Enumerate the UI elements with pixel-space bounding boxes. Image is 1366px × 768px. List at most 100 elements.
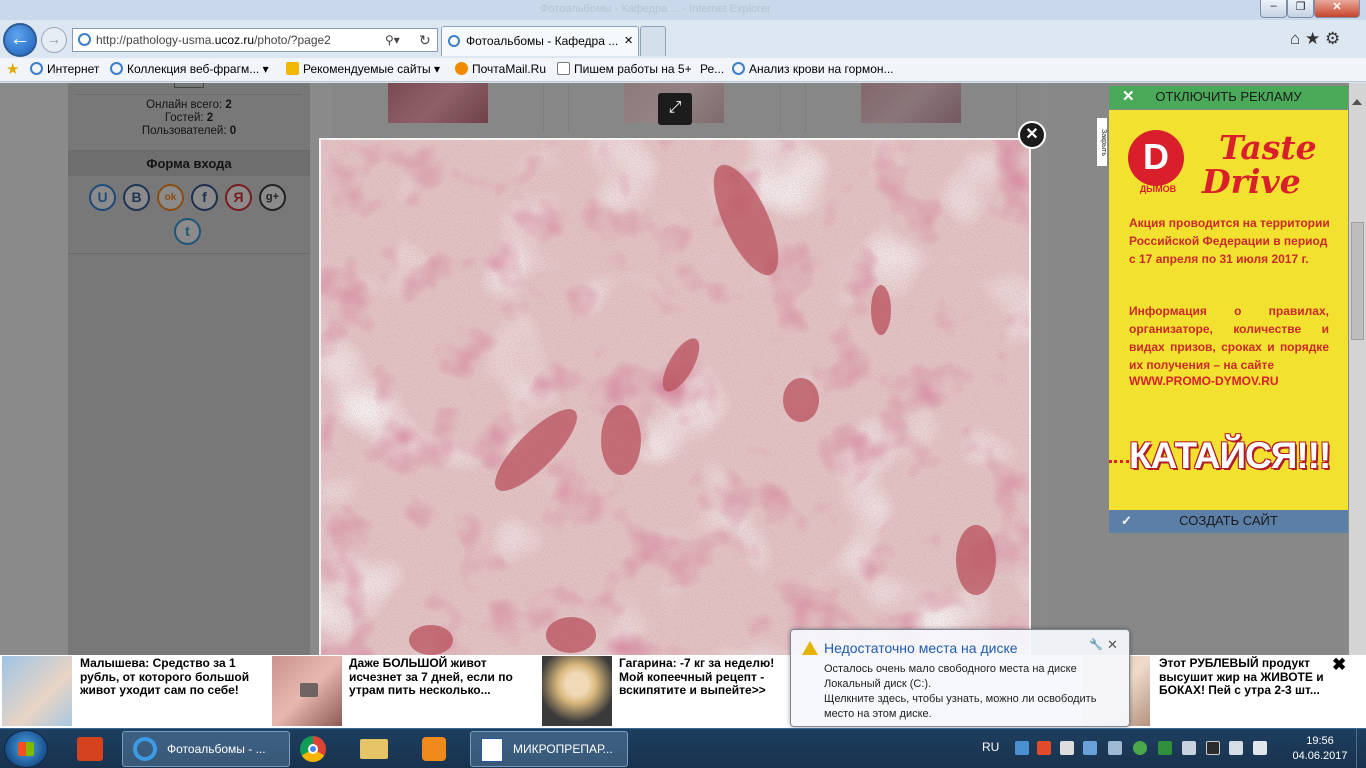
tray-wifi-icon[interactable] [1182,741,1196,755]
tab-close-icon[interactable]: ✕ [624,27,633,55]
news-link[interactable]: Даже БОЛЬШОЙ живот исчезнет за 7 дней, е… [349,656,531,698]
ad-close-button[interactable]: Закрыть [1096,117,1108,167]
divider [780,83,781,133]
page-icon [557,62,570,75]
news-link[interactable]: Этот РУБЛЕВЫЙ продукт высушит жир на ЖИВ… [1159,656,1331,698]
mail-ru-icon [455,62,468,75]
taskbar-app-explorer[interactable] [352,731,396,767]
tray-display-icon[interactable] [1206,741,1220,755]
tray-torrent-icon[interactable] [1133,741,1147,755]
dymov-logo: D [1128,130,1184,186]
photo-thumbnail[interactable] [861,83,961,123]
news-link[interactable]: Гагарина: -7 кг за неделю! Мой копеечный… [619,656,801,698]
odnoklassniki-login-icon[interactable]: ok [157,184,184,211]
taskbar-word-window[interactable]: МИКРОПРЕПАР... [470,731,628,767]
taskbar-app-presentation[interactable] [64,731,116,767]
news-close-button[interactable]: ✖ [1332,655,1346,675]
ie-icon [110,62,123,75]
show-desktop-button[interactable] [1356,729,1366,768]
notification-title: Недостаточно места на диске [824,640,1018,656]
fullscreen-button[interactable]: ⤢ [658,93,692,125]
close-lightbox-button[interactable]: ✕ [1018,121,1046,149]
wrench-icon[interactable]: 🔧 [1089,638,1103,651]
favorites-star-icon[interactable]: ★ [6,60,19,78]
low-disk-space-notification[interactable]: Недостаточно места на диске 🔧 ✕ Осталось… [790,629,1130,727]
fav-suggested-sites[interactable]: Рекомендуемые сайты ▾ [286,62,440,76]
windows-logo-icon [18,742,34,756]
histology-photo [319,138,1031,658]
tray-disk-warning-icon[interactable] [1108,741,1122,755]
notification-close-button[interactable]: ✕ [1107,637,1118,653]
scroll-up-arrow-icon[interactable] [1352,99,1362,105]
left-sidebar: Онлайн всего: 2 Гостей: 2 Пользователей:… [68,83,310,655]
create-site-button[interactable]: ✓ СОЗДАТЬ САЙТ [1109,510,1348,533]
presentation-app-icon [77,737,103,761]
news-image[interactable] [272,656,342,726]
search-icon[interactable]: ⚲▾ [385,29,400,51]
taskbar-app-chrome[interactable] [292,731,336,767]
news-link[interactable]: Малышева: Средство за 1 рубль, от которо… [80,656,262,698]
favorites-bar: ★ Интернет Коллекция веб-фрагм... ▾ Реко… [0,58,1366,82]
disable-ads-button[interactable]: ✕ ОТКЛЮЧИТЬ РЕКЛАМУ [1109,86,1348,109]
chrome-icon [300,736,326,762]
taskbar-app-media[interactable] [412,731,456,767]
vk-login-icon[interactable]: B [123,184,150,211]
tray-volume-icon[interactable] [1229,741,1243,755]
facebook-login-icon[interactable]: f [191,184,218,211]
clock[interactable]: 19:56 04.06.2017 [1290,734,1350,764]
fav-pishem-raboty[interactable]: Пишем работы на 5+ [557,62,692,76]
taskbar-ie-window[interactable]: Фотоальбомы - ... [122,731,290,767]
maximize-button[interactable]: ❐ [1287,0,1314,18]
expand-icon: ⤢ [668,99,682,116]
warning-icon [802,641,818,655]
news-image[interactable] [542,656,612,726]
tray-chrome-icon[interactable] [1015,741,1029,755]
tray-app-icon[interactable] [1037,741,1051,755]
close-window-button[interactable]: ✕ [1314,0,1360,18]
photo-thumbnail[interactable] [388,83,488,123]
language-indicator[interactable]: RU [982,740,999,754]
google-plus-login-icon[interactable]: g+ [259,184,286,211]
new-tab-button[interactable] [640,26,666,56]
close-icon: ✕ [1025,126,1039,143]
refresh-icon[interactable]: ↻ [419,29,431,51]
address-bar[interactable]: http://pathology-usma.ucoz.ru/photo/?pag… [72,28,438,52]
home-favorites-tools-icons[interactable]: ⌂ ★ ⚙ [1290,29,1340,49]
forward-button[interactable]: → [41,27,67,53]
tab-title: Фотоальбомы - Кафедра ... [466,34,619,48]
arrow-right-icon: → [47,31,61,47]
divider [68,253,310,254]
yandex-login-icon[interactable]: Я [225,184,252,211]
fav-analiz-krovi[interactable]: Анализ крови на гормон... [732,62,894,76]
disable-ads-label: ОТКЛЮЧИТЬ РЕКЛАМУ [1155,89,1302,104]
ie-page-icon [78,33,91,46]
scrollbar-thumb[interactable] [1351,222,1364,340]
tab-photo-albums[interactable]: Фотоальбомы - Кафедра ... ✕ [441,26,639,56]
tray-usb-icon[interactable] [1060,741,1074,755]
start-button[interactable] [4,730,48,768]
ie-tab-icon [448,35,460,47]
ie-icon [133,737,157,761]
clock-date: 04.06.2017 [1292,750,1348,762]
ad-promo-period: Акция проводится на территории Российско… [1129,216,1330,266]
ucoz-login-icon[interactable]: U [89,184,116,211]
tray-network-app-icon[interactable] [1083,741,1097,755]
fav-webslice-gallery[interactable]: Коллекция веб-фрагм... ▾ [110,62,269,76]
ad-drive-text: Drive [1202,162,1301,201]
navigation-bar: ← → http://pathology-usma.ucoz.ru/photo/… [0,20,1366,58]
fav-internet[interactable]: Интернет [30,62,99,76]
twitter-login-icon[interactable]: t [174,218,201,245]
tray-signal-icon[interactable] [1253,741,1267,755]
tray-check-icon[interactable] [1158,741,1172,755]
vertical-scrollbar[interactable] [1349,83,1366,655]
fav-re[interactable]: Ре... [700,62,724,76]
fav-mail-ru[interactable]: ПочтаMail.Ru [455,62,546,76]
divider [805,83,806,133]
minimize-button[interactable]: – [1260,0,1287,18]
ad-promo-url[interactable]: WWW.PROMO-DYMOV.RU [1129,374,1279,388]
news-image[interactable] [2,656,72,726]
check-icon: ✓ [1121,513,1132,528]
dymov-advertisement[interactable]: D ДЫМОВ Taste Drive Акция проводится на … [1109,110,1348,510]
dymov-brand-name: ДЫМОВ [1139,184,1177,194]
back-button[interactable]: ← [3,23,37,57]
